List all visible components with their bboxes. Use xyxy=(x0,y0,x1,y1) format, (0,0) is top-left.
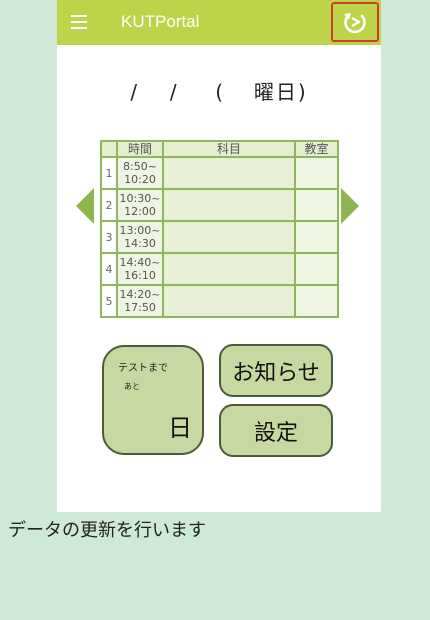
status-message: データの更新を行います xyxy=(8,520,206,541)
app-screen: KUTPortal / / ( 曜日) 時間 科目 教室 1 8:50~ 10:… xyxy=(57,0,381,512)
period-start: 13:00~ xyxy=(119,224,161,237)
period-start: 14:20~ xyxy=(119,288,161,301)
table-row[interactable]: 2 10:30~ 12:00 xyxy=(100,188,339,222)
period-time: 14:40~ 16:10 xyxy=(116,252,164,286)
weekday-label: 曜日) xyxy=(253,80,308,104)
date-display: / / ( 曜日) xyxy=(57,76,381,105)
period-time: 14:20~ 17:50 xyxy=(116,284,164,318)
subject-cell[interactable] xyxy=(162,252,296,286)
header-room: 教室 xyxy=(294,140,339,158)
timetable: 時間 科目 教室 1 8:50~ 10:20 2 10:30~ 12:00 3 13… xyxy=(100,140,339,318)
subject-cell[interactable] xyxy=(162,156,296,190)
room-cell[interactable] xyxy=(294,156,339,190)
header-subject: 科目 xyxy=(162,140,296,158)
settings-button[interactable]: 設定 xyxy=(219,404,333,457)
header-time: 時間 xyxy=(116,140,164,158)
table-row[interactable]: 5 14:20~ 17:50 xyxy=(100,284,339,318)
date-open-paren: ( xyxy=(215,80,226,104)
refresh-icon xyxy=(344,13,366,34)
test-countdown-label: テストまで xyxy=(118,363,168,374)
header-number xyxy=(100,140,118,158)
room-cell[interactable] xyxy=(294,284,339,318)
period-time: 13:00~ 14:30 xyxy=(116,220,164,254)
period-end: 10:20 xyxy=(124,173,156,186)
period-start: 14:40~ xyxy=(119,256,161,269)
period-number: 2 xyxy=(100,188,118,222)
hamburger-menu-icon[interactable] xyxy=(71,15,87,29)
period-number: 1 xyxy=(100,156,118,190)
period-end: 12:00 xyxy=(124,205,156,218)
subject-cell[interactable] xyxy=(162,220,296,254)
period-end: 17:50 xyxy=(124,301,156,314)
refresh-button[interactable] xyxy=(331,2,379,42)
subject-cell[interactable] xyxy=(162,284,296,318)
period-number: 4 xyxy=(100,252,118,286)
period-start: 8:50~ xyxy=(123,160,157,173)
news-button[interactable]: お知らせ xyxy=(219,344,333,397)
app-bar: KUTPortal xyxy=(57,0,381,45)
right-arrow-icon[interactable] xyxy=(341,188,359,224)
period-end: 14:30 xyxy=(124,237,156,250)
period-number: 5 xyxy=(100,284,118,318)
left-arrow-icon[interactable] xyxy=(76,188,94,224)
table-row[interactable]: 1 8:50~ 10:20 xyxy=(100,156,339,190)
period-end: 16:10 xyxy=(124,269,156,282)
period-start: 10:30~ xyxy=(119,192,161,205)
timetable-header-row: 時間 科目 教室 xyxy=(100,140,339,158)
period-time: 10:30~ 12:00 xyxy=(116,188,164,222)
table-row[interactable]: 4 14:40~ 16:10 xyxy=(100,252,339,286)
period-number: 3 xyxy=(100,220,118,254)
room-cell[interactable] xyxy=(294,188,339,222)
app-title: KUTPortal xyxy=(121,12,200,31)
subject-cell[interactable] xyxy=(162,188,296,222)
table-row[interactable]: 3 13:00~ 14:30 xyxy=(100,220,339,254)
room-cell[interactable] xyxy=(294,220,339,254)
date-separator: / xyxy=(130,80,140,104)
room-cell[interactable] xyxy=(294,252,339,286)
test-countdown-panel[interactable]: テストまで あと 日 xyxy=(102,345,204,455)
date-separator: / xyxy=(169,80,179,104)
period-time: 8:50~ 10:20 xyxy=(116,156,164,190)
test-countdown-sub: あと xyxy=(124,382,140,391)
test-countdown-days-suffix: 日 xyxy=(168,414,192,442)
